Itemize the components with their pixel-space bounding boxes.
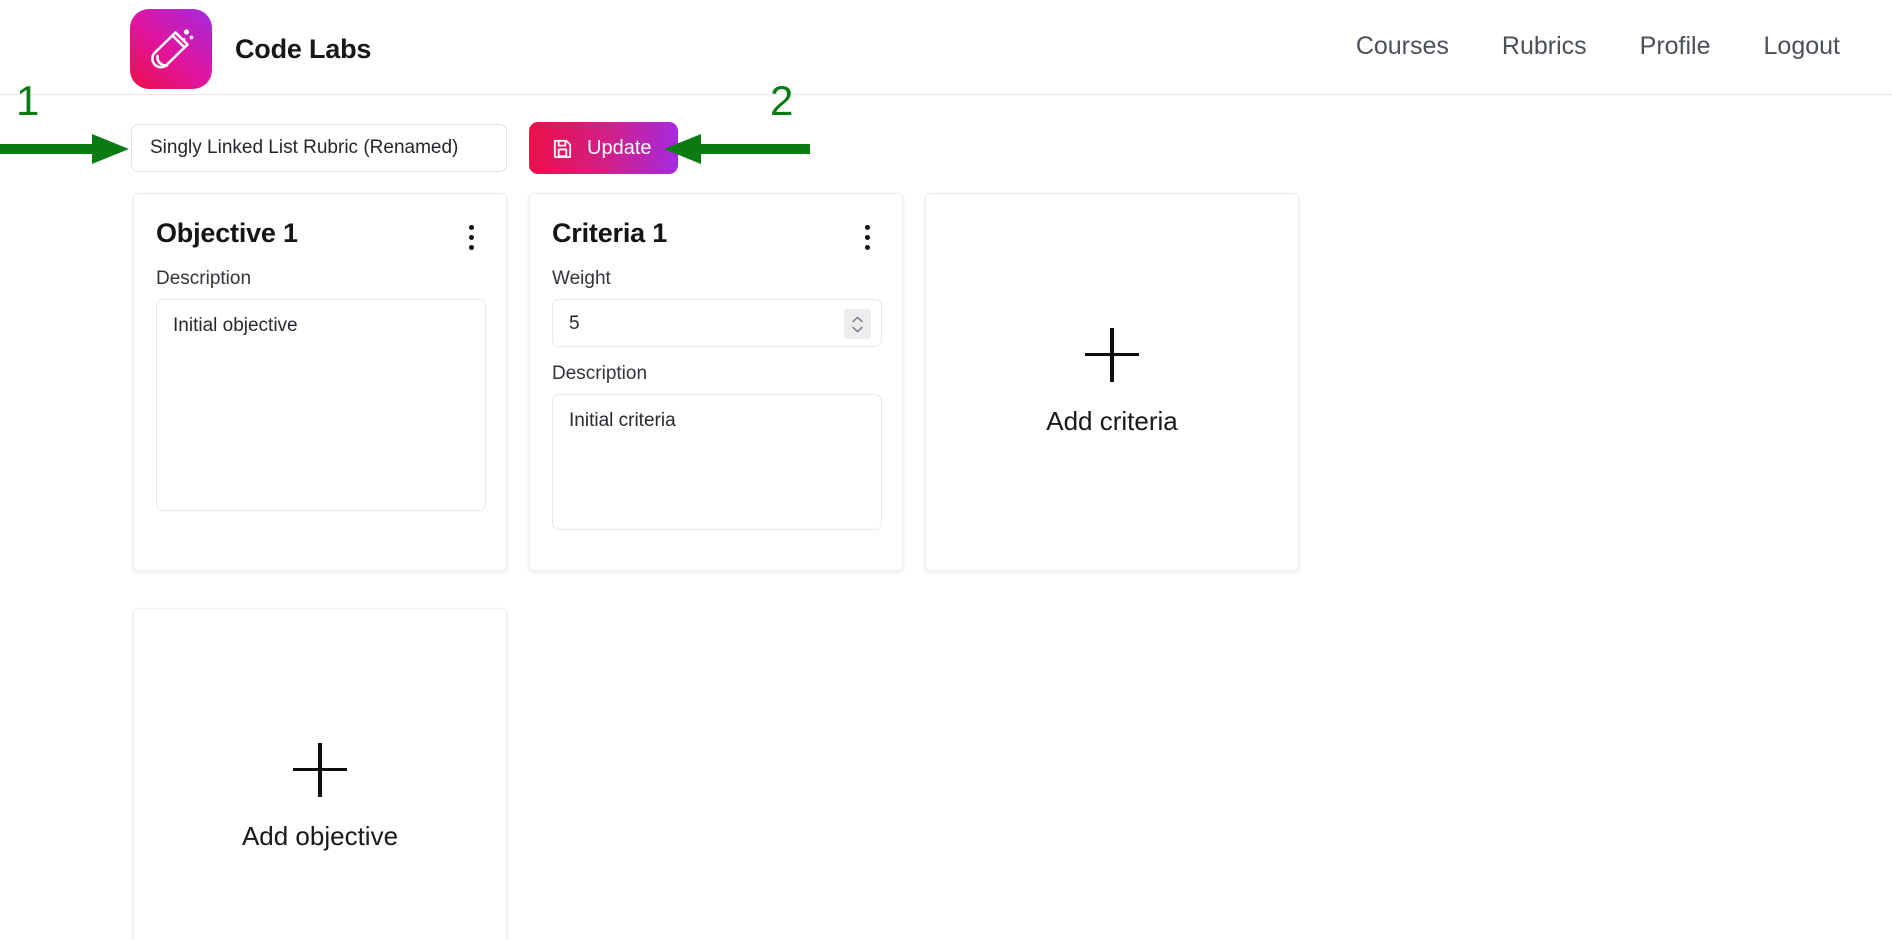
objective-card-header: Objective 1 — [156, 220, 484, 252]
criteria-weight-input[interactable]: 5 — [552, 299, 882, 347]
rubric-name-input[interactable] — [131, 124, 507, 172]
objective-title: Objective 1 — [156, 218, 298, 248]
update-button-label: Update — [587, 136, 652, 159]
brand-name: Code Labs — [235, 33, 372, 64]
add-criteria-card[interactable]: Add criteria — [925, 193, 1299, 571]
annotation-number-2: 2 — [770, 77, 794, 124]
criteria-description-label: Description — [552, 363, 648, 384]
save-icon — [551, 137, 574, 160]
add-objective-label: Add objective — [241, 820, 399, 851]
nav-item-profile[interactable]: Profile — [1640, 32, 1711, 61]
plus-icon — [293, 742, 347, 797]
page-root: Code Labs Courses Rubrics Profile Logout — [0, 0, 1892, 940]
test-tube-icon — [130, 9, 212, 89]
kebab-menu-icon[interactable] — [854, 222, 880, 252]
rubric-toolbar: Update — [131, 122, 678, 174]
kebab-menu-icon[interactable] — [458, 222, 484, 252]
plus-icon — [1085, 327, 1139, 382]
brand: Code Labs — [130, 9, 371, 89]
criteria-weight-value: 5 — [569, 313, 580, 334]
objective-description-label: Description — [156, 268, 252, 289]
arrow-right-icon — [0, 132, 130, 171]
app-header: Code Labs Courses Rubrics Profile Logout — [0, 0, 1892, 95]
number-stepper-icon[interactable] — [844, 309, 871, 339]
criteria-card-header: Criteria 1 — [552, 220, 880, 252]
add-objective-row: Add objective — [133, 608, 507, 940]
criteria-title: Criteria 1 — [552, 218, 668, 248]
objective-description-input[interactable]: Initial objective — [156, 299, 486, 511]
arrow-left-icon — [663, 132, 810, 171]
nav-item-rubrics[interactable]: Rubrics — [1502, 32, 1587, 61]
criteria-card: Criteria 1 Weight 5 Description Initial … — [529, 193, 903, 571]
annotation-number-1: 1 — [16, 77, 40, 124]
add-objective-card[interactable]: Add objective — [133, 608, 507, 940]
nav-item-courses[interactable]: Courses — [1356, 32, 1449, 61]
objective-card: Objective 1 Description Initial objectiv… — [133, 193, 507, 571]
update-button[interactable]: Update — [529, 122, 678, 174]
nav-item-logout[interactable]: Logout — [1764, 32, 1840, 61]
objective-row: Objective 1 Description Initial objectiv… — [133, 193, 1299, 571]
main-nav: Courses Rubrics Profile Logout — [1356, 32, 1840, 61]
criteria-description-input[interactable]: Initial criteria — [552, 394, 882, 530]
criteria-weight-label: Weight — [552, 268, 611, 289]
add-criteria-label: Add criteria — [1046, 405, 1178, 436]
